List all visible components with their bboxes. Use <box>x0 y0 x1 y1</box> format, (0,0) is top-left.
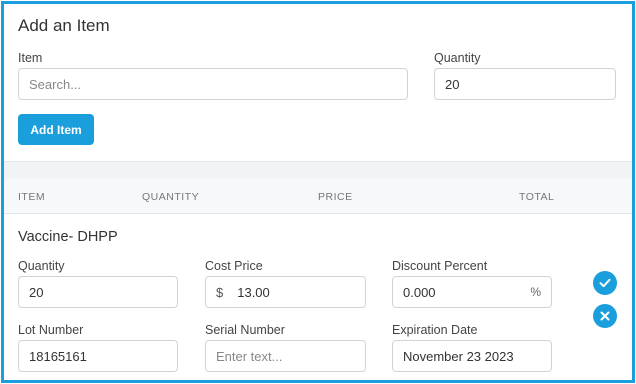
lot-number-input[interactable]: 18165161 <box>18 340 178 372</box>
add-item-panel: Add an Item Item Search... Quantity 20 A… <box>1 1 635 383</box>
lot-number-label: Lot Number <box>18 323 84 337</box>
page-title: Add an Item <box>18 16 110 35</box>
add-item-button[interactable]: Add Item <box>18 114 94 145</box>
check-icon <box>599 278 611 288</box>
discount-percent-input[interactable]: 0.000 % <box>392 276 552 308</box>
lot-number-value: 18165161 <box>29 348 87 364</box>
quantity-value: 20 <box>445 76 460 92</box>
expiration-date-input[interactable]: November 23 2023 <box>392 340 552 372</box>
confirm-button[interactable] <box>593 271 617 295</box>
serial-number-placeholder: Enter text... <box>216 348 283 364</box>
line-quantity-input[interactable]: 20 <box>18 276 178 308</box>
column-header-price: PRICE <box>318 191 353 203</box>
serial-number-label: Serial Number <box>205 323 285 337</box>
quantity-label: Quantity <box>434 51 481 65</box>
section-divider <box>4 161 632 179</box>
quantity-input[interactable]: 20 <box>434 68 616 100</box>
expiration-date-label: Expiration Date <box>392 323 478 337</box>
currency-symbol: $ <box>216 284 224 300</box>
line-item-name: Vaccine- DHPP <box>18 229 118 245</box>
percent-symbol: % <box>530 285 541 299</box>
cost-price-input[interactable]: $ 13.00 <box>205 276 366 308</box>
close-icon <box>600 311 610 321</box>
item-search-placeholder: Search... <box>29 76 82 92</box>
cost-price-label: Cost Price <box>205 259 263 273</box>
cost-price-value: 13.00 <box>237 284 270 300</box>
expiration-date-value: November 23 2023 <box>403 348 514 364</box>
line-quantity-value: 20 <box>29 284 44 300</box>
discount-percent-label: Discount Percent <box>392 259 488 273</box>
column-header-item: ITEM <box>18 191 46 203</box>
item-label: Item <box>18 51 43 65</box>
serial-number-input[interactable]: Enter text... <box>205 340 366 372</box>
table-header: ITEM QUANTITY PRICE TOTAL <box>4 179 632 214</box>
discount-percent-value: 0.000 <box>403 284 436 300</box>
item-search-input[interactable]: Search... <box>18 68 408 100</box>
column-header-total: TOTAL <box>519 191 555 203</box>
cancel-button[interactable] <box>593 304 617 328</box>
line-quantity-label: Quantity <box>18 259 65 273</box>
column-header-quantity: QUANTITY <box>142 191 200 203</box>
